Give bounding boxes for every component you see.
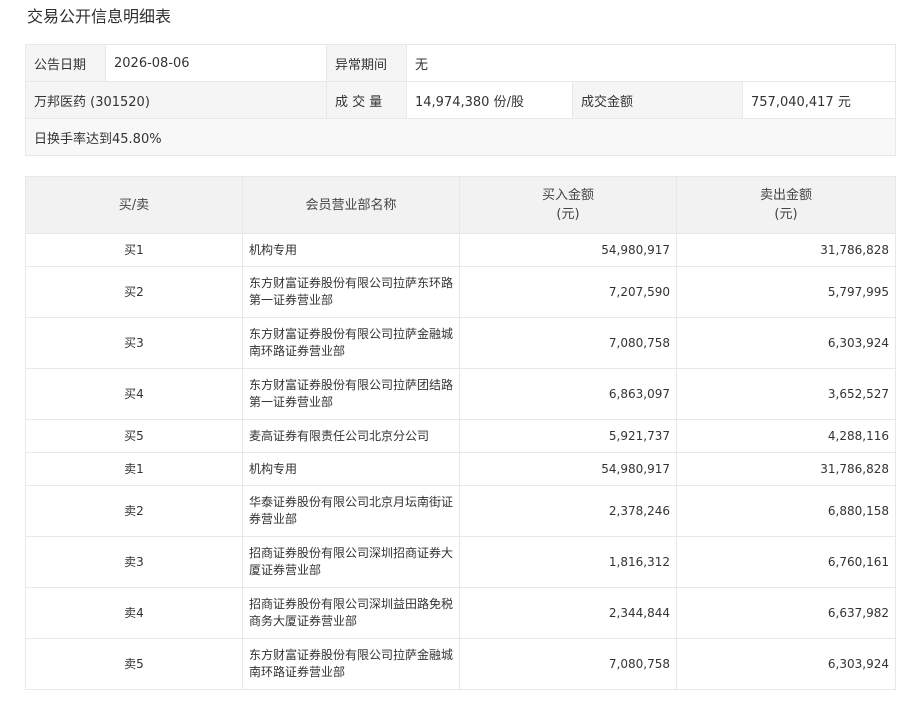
row-member-name: 华泰证券股份有限公司北京月坛南街证 券营业部 (242, 485, 460, 537)
row-side: 卖5 (25, 638, 243, 690)
table-row: 卖1 机构专用 54,980,917 31,786,828 (25, 452, 896, 486)
row-member-name: 机构专用 (242, 452, 460, 486)
amount-value: 757,040,417 元 (741, 81, 897, 119)
listing-reason: 日换手率达到45.80% (24, 118, 897, 156)
member-name-line2: 南环路证券营业部 (249, 665, 346, 679)
header-sell-amount: 卖出金额 (元) (676, 176, 896, 234)
row-side: 卖1 (25, 452, 243, 486)
row-side: 买5 (25, 419, 243, 453)
trade-detail-table: 买/卖 会员营业部名称 买入金额 (元) 卖出金额 (元) 买1 机构专用 54,9… (25, 176, 896, 690)
row-member-name: 东方财富证券股份有限公司拉萨金融城 南环路证券营业部 (242, 638, 460, 690)
row-side: 卖4 (25, 587, 243, 639)
row-buy-amount: 2,378,246 (459, 485, 677, 537)
header-buy-unit: (元) (556, 207, 580, 222)
volume-value: 14,974,380 份/股 (406, 81, 573, 119)
row-sell-amount: 3,652,527 (676, 368, 896, 420)
row-member-name: 麦高证券有限责任公司北京分公司 (242, 419, 460, 453)
stock-name-code: 万邦医药 (301520) (25, 81, 327, 119)
member-name-line1: 机构专用 (249, 242, 298, 257)
row-member-name: 东方财富证券股份有限公司拉萨团结路 第一证券营业部 (242, 368, 460, 420)
member-name-line2: 南环路证券营业部 (249, 344, 346, 358)
table-body: 买1 机构专用 54,980,917 31,786,828 买2 东方财富证券股份有限公司… (25, 233, 896, 690)
table-row: 买5 麦高证券有限责任公司北京分公司 5,921,737 4,288,116 (25, 419, 896, 453)
header-member: 会员营业部名称 (242, 176, 460, 234)
page-title: 交易公开信息明细表 (27, 7, 172, 26)
table-header-row: 买/卖 会员营业部名称 买入金额 (元) 卖出金额 (元) (25, 176, 896, 234)
member-name-line2: 厦证券营业部 (249, 563, 322, 577)
header-sell-unit: (元) (774, 207, 798, 222)
member-name-line2: 券营业部 (249, 512, 298, 526)
row-sell-amount: 31,786,828 (676, 452, 896, 486)
member-name-line1: 招商证券股份有限公司深圳招商证券大 (249, 546, 454, 560)
member-name-line1: 东方财富证券股份有限公司拉萨东环路 (249, 276, 454, 290)
row-buy-amount: 7,207,590 (459, 266, 677, 318)
row-buy-amount: 7,080,758 (459, 638, 677, 690)
member-name-line2: 第一证券营业部 (249, 395, 334, 409)
header-buy-amount-label: 买入金额 (541, 188, 594, 203)
member-name-line1: 东方财富证券股份有限公司拉萨团结路 (249, 378, 454, 392)
header-sell-amount-label: 卖出金额 (759, 188, 812, 203)
member-name-line2: 第一证券营业部 (249, 293, 334, 307)
row-side: 卖2 (25, 485, 243, 537)
volume-label: 成 交 量 (326, 81, 407, 119)
abnormal-period-label: 异常期间 (326, 44, 407, 82)
row-side: 卖3 (25, 536, 243, 588)
row-buy-amount: 1,816,312 (459, 536, 677, 588)
table-row: 买3 东方财富证券股份有限公司拉萨金融城 南环路证券营业部 7,080,758 6,30… (25, 317, 896, 369)
header-buy-amount: 买入金额 (元) (459, 176, 677, 234)
row-buy-amount: 54,980,917 (459, 452, 677, 486)
row-buy-amount: 2,344,844 (459, 587, 677, 639)
row-buy-amount: 5,921,737 (459, 419, 677, 453)
row-member-name: 机构专用 (242, 233, 460, 267)
row-sell-amount: 5,797,995 (676, 266, 896, 318)
table-row: 卖5 东方财富证券股份有限公司拉萨金融城 南环路证券营业部 7,080,758 6,30… (25, 638, 896, 690)
table-row: 卖3 招商证券股份有限公司深圳招商证券大 厦证券营业部 1,816,312 6,760,… (25, 536, 896, 588)
row-member-name: 东方财富证券股份有限公司拉萨金融城 南环路证券营业部 (242, 317, 460, 369)
table-row: 买4 东方财富证券股份有限公司拉萨团结路 第一证券营业部 6,863,097 3,652… (25, 368, 896, 420)
table-row: 卖4 招商证券股份有限公司深圳益田路免税 商务大厦证券营业部 2,344,844 6,6… (25, 587, 896, 639)
table-row: 买2 东方财富证券股份有限公司拉萨东环路 第一证券营业部 7,207,590 5,797… (25, 266, 896, 318)
info-row-reason: 日换手率达到45.80% (24, 118, 897, 156)
row-side: 买3 (25, 317, 243, 369)
member-name-line1: 东方财富证券股份有限公司拉萨金融城 (249, 327, 454, 341)
info-row-date: 公告日期 2026-08-06 异常期间 无 (25, 44, 897, 82)
row-buy-amount: 54,980,917 (459, 233, 677, 267)
amount-label: 成交金额 (572, 81, 743, 119)
info-row-stock: 万邦医药 (301520) 成 交 量 14,974,380 份/股 成交金额 … (25, 81, 897, 119)
table-row: 买1 机构专用 54,980,917 31,786,828 (25, 233, 896, 267)
row-sell-amount: 6,760,161 (676, 536, 896, 588)
row-member-name: 招商证券股份有限公司深圳益田路免税 商务大厦证券营业部 (242, 587, 460, 639)
row-side: 买4 (25, 368, 243, 420)
member-name-line1: 机构专用 (249, 461, 298, 476)
row-sell-amount: 4,288,116 (676, 419, 896, 453)
row-member-name: 招商证券股份有限公司深圳招商证券大 厦证券营业部 (242, 536, 460, 588)
table-row: 卖2 华泰证券股份有限公司北京月坛南街证 券营业部 2,378,246 6,880,15… (25, 485, 896, 537)
row-side: 买2 (25, 266, 243, 318)
abnormal-period-value: 无 (405, 44, 897, 82)
member-name-line1: 东方财富证券股份有限公司拉萨金融城 (249, 648, 454, 662)
row-buy-amount: 6,863,097 (459, 368, 677, 420)
member-name-line1: 招商证券股份有限公司深圳益田路免税 (249, 597, 454, 611)
member-name-line2: 商务大厦证券营业部 (249, 614, 358, 628)
row-sell-amount: 6,303,924 (676, 317, 896, 369)
row-sell-amount: 6,637,982 (676, 587, 896, 639)
member-name-line1: 麦高证券有限责任公司北京分公司 (249, 428, 430, 443)
row-member-name: 东方财富证券股份有限公司拉萨东环路 第一证券营业部 (242, 266, 460, 318)
summary-info-table: 公告日期 2026-08-06 异常期间 无 万邦医药 (301520) 成 交… (24, 44, 897, 156)
row-sell-amount: 6,880,158 (676, 485, 896, 537)
row-sell-amount: 31,786,828 (676, 233, 896, 267)
header-side: 买/卖 (25, 176, 243, 234)
announce-date-value: 2026-08-06 (105, 44, 327, 82)
row-side: 买1 (25, 233, 243, 267)
row-buy-amount: 7,080,758 (459, 317, 677, 369)
row-sell-amount: 6,303,924 (676, 638, 896, 690)
member-name-line1: 华泰证券股份有限公司北京月坛南街证 (249, 495, 454, 509)
announce-date-label: 公告日期 (25, 44, 106, 82)
